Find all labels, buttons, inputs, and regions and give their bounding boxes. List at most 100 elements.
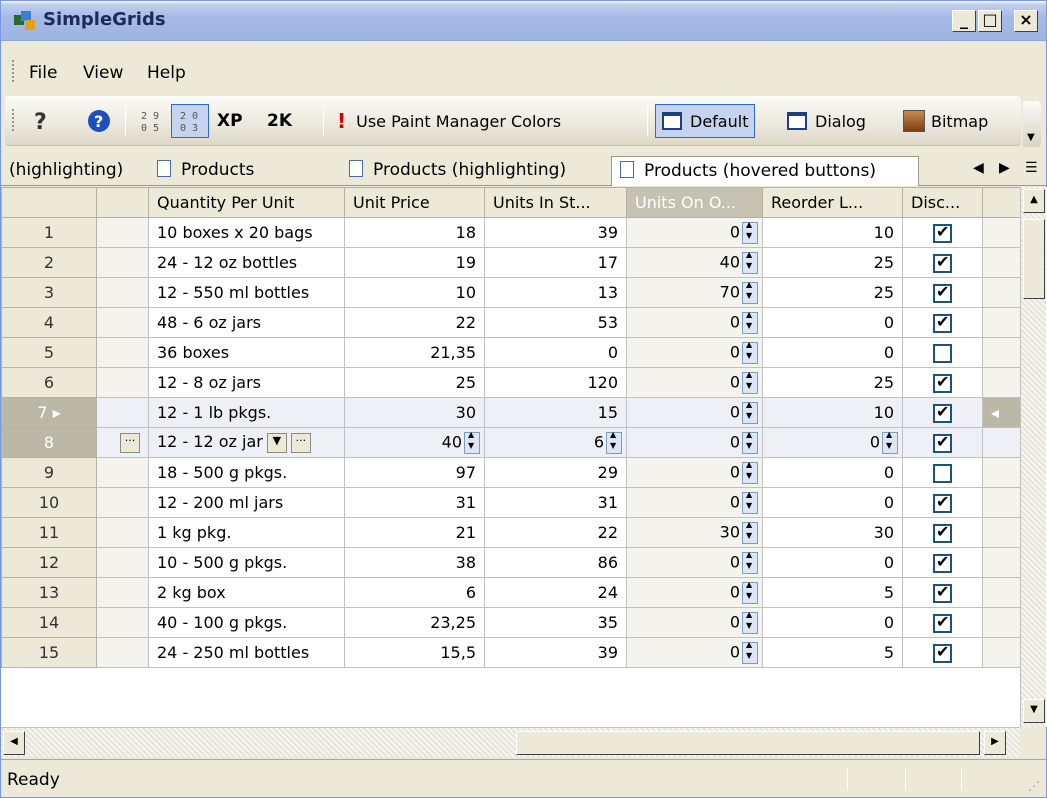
discontinued-checkbox[interactable] bbox=[933, 642, 952, 663]
table-row[interactable]: 10 12 - 200 ml jars 31 31 0 0 bbox=[1, 487, 1023, 518]
column-header-units-on-order[interactable]: Units On O... bbox=[626, 187, 763, 218]
quantity-cell[interactable]: 10 - 500 g pkgs. bbox=[148, 547, 345, 578]
menu-grip-icon[interactable] bbox=[11, 59, 15, 83]
discontinued-cell[interactable] bbox=[902, 367, 983, 398]
horizontal-scroll-thumb[interactable] bbox=[516, 731, 980, 755]
discontinued-checkbox[interactable] bbox=[933, 252, 952, 273]
discontinued-checkbox[interactable] bbox=[933, 522, 952, 543]
row-header[interactable]: 7 ▸ bbox=[1, 397, 97, 428]
row-header[interactable]: 14 bbox=[1, 607, 97, 638]
spin-buttons-icon[interactable] bbox=[742, 640, 758, 664]
style-2003-alt-button[interactable]: 2 0 0 3 bbox=[171, 104, 209, 138]
row-header[interactable]: 10 bbox=[1, 487, 97, 518]
vertical-scroll-thumb[interactable] bbox=[1023, 219, 1045, 299]
tab-scroll-left-icon[interactable]: ◀ bbox=[973, 160, 984, 176]
toolbar-chevron-icon[interactable]: ▼ bbox=[1023, 101, 1041, 147]
tab-highlighting[interactable]: (highlighting) bbox=[1, 156, 131, 186]
discontinued-checkbox[interactable] bbox=[933, 372, 952, 393]
style-2003-button[interactable]: 2 9 0 5 bbox=[133, 104, 169, 138]
units-in-stock-cell[interactable]: 39 bbox=[484, 217, 627, 248]
table-row[interactable]: 8···12 - 12 oz jar▼···40600 bbox=[1, 427, 1023, 458]
menu-help[interactable]: Help bbox=[147, 63, 186, 83]
units-in-stock-cell[interactable]: 39 bbox=[484, 637, 627, 668]
row-header[interactable]: 15 bbox=[1, 637, 97, 668]
table-row[interactable]: 12 10 - 500 g pkgs. 38 86 0 0 bbox=[1, 547, 1023, 578]
row-header[interactable]: 4 bbox=[1, 307, 97, 338]
unit-price-cell[interactable]: 40 bbox=[344, 427, 485, 458]
scroll-left-icon[interactable]: ◀ bbox=[3, 731, 25, 755]
discontinued-checkbox[interactable] bbox=[933, 552, 952, 573]
tab-products[interactable]: Products bbox=[149, 156, 262, 186]
discontinued-cell[interactable] bbox=[902, 637, 983, 668]
reorder-level-cell[interactable]: 0 bbox=[762, 457, 903, 488]
menu-file[interactable]: File bbox=[29, 63, 57, 83]
units-on-order-cell[interactable]: 30 bbox=[626, 517, 763, 548]
discontinued-cell[interactable] bbox=[902, 487, 983, 518]
discontinued-checkbox[interactable] bbox=[933, 282, 952, 303]
quantity-cell[interactable]: 2 kg box bbox=[148, 577, 345, 608]
unit-price-cell[interactable]: 19 bbox=[344, 247, 485, 278]
reorder-level-cell[interactable]: 10 bbox=[762, 217, 903, 248]
row-header[interactable]: 2 bbox=[1, 247, 97, 278]
quantity-cell[interactable]: 10 boxes x 20 bags bbox=[148, 217, 345, 248]
context-help-button[interactable]: ? bbox=[25, 104, 59, 138]
units-on-order-cell[interactable]: 0 bbox=[626, 307, 763, 338]
column-header-reorder-level[interactable]: Reorder L... bbox=[762, 187, 903, 218]
unit-price-cell[interactable]: 30 bbox=[344, 397, 485, 428]
discontinued-cell[interactable] bbox=[902, 457, 983, 488]
spin-buttons-icon[interactable] bbox=[742, 280, 758, 304]
style-2k-button[interactable]: 2K bbox=[261, 104, 298, 138]
table-row[interactable]: 4 48 - 6 oz jars 22 53 0 0 bbox=[1, 307, 1023, 338]
column-header-quantity[interactable]: Quantity Per Unit bbox=[148, 187, 345, 218]
units-on-order-cell[interactable]: 0 bbox=[626, 547, 763, 578]
tab-products-hovered-buttons[interactable]: Products (hovered buttons) bbox=[611, 156, 919, 186]
spin-buttons-icon[interactable] bbox=[742, 250, 758, 274]
vertical-scrollbar[interactable]: ▲ ▼ bbox=[1020, 187, 1046, 727]
menu-view[interactable]: View bbox=[83, 63, 123, 83]
quantity-cell[interactable]: 24 - 250 ml bottles bbox=[148, 637, 345, 668]
unit-price-cell[interactable]: 6 bbox=[344, 577, 485, 608]
units-in-stock-cell[interactable]: 29 bbox=[484, 457, 627, 488]
units-in-stock-cell[interactable]: 22 bbox=[484, 517, 627, 548]
reorder-level-cell[interactable]: 0 bbox=[762, 487, 903, 518]
reorder-level-cell[interactable]: 25 bbox=[762, 277, 903, 308]
toolbar-grip-icon[interactable] bbox=[11, 108, 15, 132]
reorder-level-cell[interactable]: 30 bbox=[762, 517, 903, 548]
discontinued-cell[interactable] bbox=[902, 427, 983, 458]
units-in-stock-cell[interactable]: 120 bbox=[484, 367, 627, 398]
reorder-level-cell[interactable]: 0 bbox=[762, 427, 903, 458]
ellipsis-button[interactable]: ··· bbox=[120, 432, 140, 453]
row-header[interactable]: 13 bbox=[1, 577, 97, 608]
units-in-stock-cell[interactable]: 86 bbox=[484, 547, 627, 578]
units-on-order-cell[interactable]: 40 bbox=[626, 247, 763, 278]
ellipsis-button[interactable]: ··· bbox=[290, 432, 311, 453]
table-row[interactable]: 11 1 kg pkg. 21 22 30 30 bbox=[1, 517, 1023, 548]
units-in-stock-cell[interactable]: 24 bbox=[484, 577, 627, 608]
quantity-cell[interactable]: 12 - 1 lb pkgs. bbox=[148, 397, 345, 428]
spin-buttons-icon[interactable] bbox=[742, 400, 758, 424]
discontinued-checkbox[interactable] bbox=[933, 492, 952, 513]
units-in-stock-cell[interactable]: 53 bbox=[484, 307, 627, 338]
units-on-order-cell[interactable]: 0 bbox=[626, 607, 763, 638]
units-on-order-cell[interactable]: 0 bbox=[626, 397, 763, 428]
row-header[interactable]: 5 bbox=[1, 337, 97, 368]
spin-buttons-icon[interactable] bbox=[742, 610, 758, 634]
unit-price-cell[interactable]: 15,5 bbox=[344, 637, 485, 668]
spin-buttons-icon[interactable] bbox=[742, 490, 758, 514]
row-header[interactable]: 3 bbox=[1, 277, 97, 308]
units-in-stock-cell[interactable]: 31 bbox=[484, 487, 627, 518]
default-theme-button[interactable]: Default bbox=[655, 104, 756, 138]
resize-grip-icon[interactable]: ⋰ bbox=[1028, 779, 1040, 793]
maximize-button[interactable]: □ bbox=[978, 10, 1002, 32]
table-row[interactable]: 6 12 - 8 oz jars 25 120 0 25 bbox=[1, 367, 1023, 398]
unit-price-cell[interactable]: 25 bbox=[344, 367, 485, 398]
spin-buttons-icon[interactable] bbox=[464, 430, 480, 454]
tab-products-highlighting[interactable]: Products (highlighting) bbox=[341, 156, 574, 186]
unit-price-cell[interactable]: 22 bbox=[344, 307, 485, 338]
spin-buttons-icon[interactable] bbox=[742, 580, 758, 604]
discontinued-cell[interactable] bbox=[902, 277, 983, 308]
discontinued-cell[interactable] bbox=[902, 397, 983, 428]
units-in-stock-cell[interactable]: 35 bbox=[484, 607, 627, 638]
reorder-level-cell[interactable]: 5 bbox=[762, 577, 903, 608]
quantity-cell[interactable]: 1 kg pkg. bbox=[148, 517, 345, 548]
